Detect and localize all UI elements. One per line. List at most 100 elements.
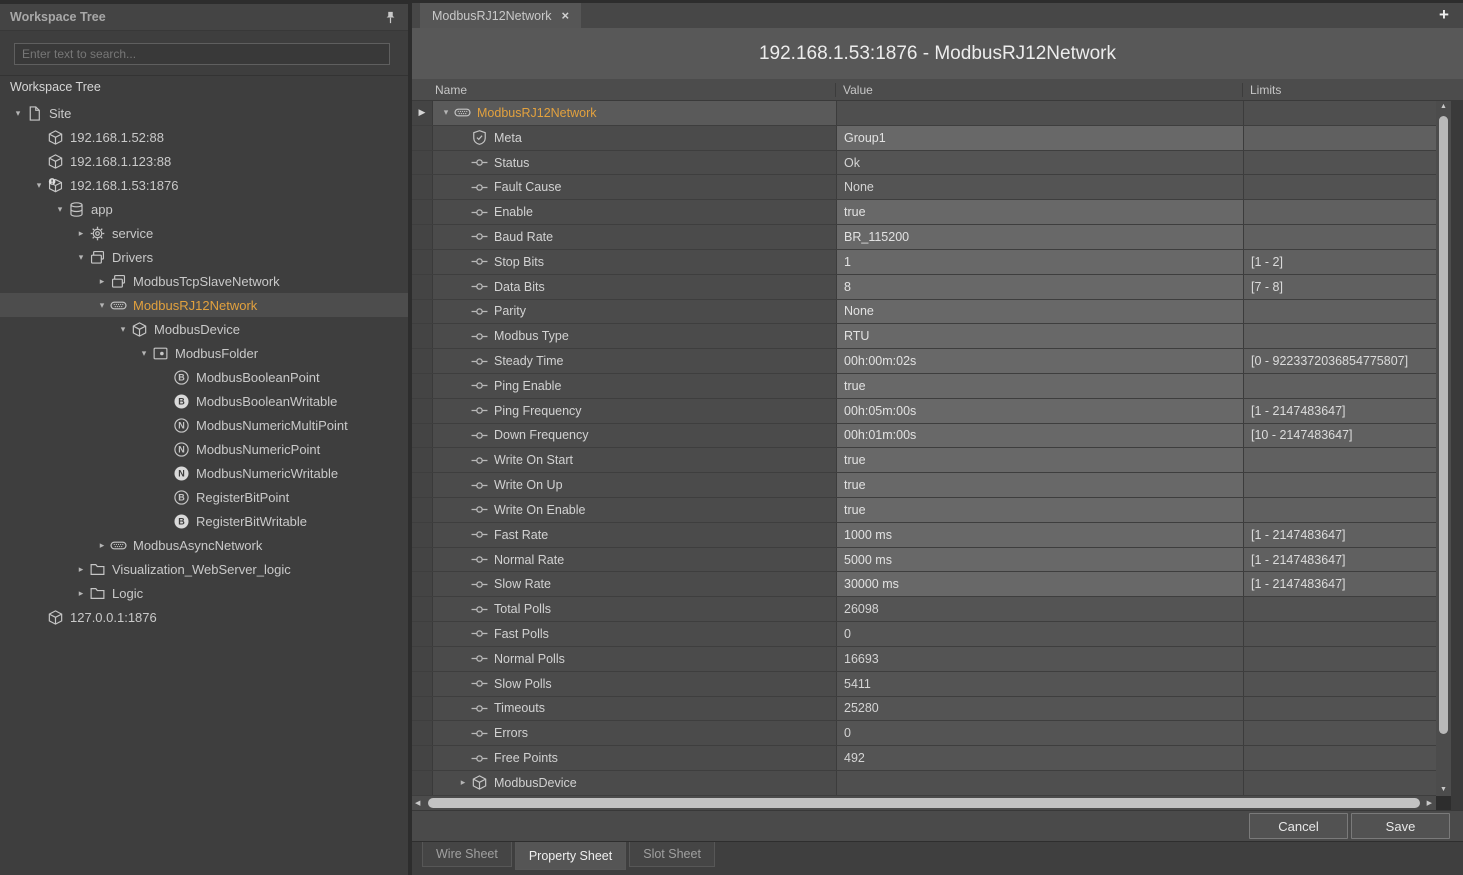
tree-item-modbusasyncnetwork[interactable]: ▸ModbusAsyncNetwork: [0, 533, 408, 557]
property-name-cell[interactable]: Slow Rate: [433, 572, 837, 596]
property-name-cell[interactable]: ▾ModbusRJ12Network: [433, 101, 837, 125]
property-value-cell[interactable]: 1000 ms: [837, 523, 1244, 547]
chevron-down-icon[interactable]: ▾: [438, 107, 454, 118]
tree-item-app[interactable]: ▾app: [0, 197, 408, 221]
property-name-cell[interactable]: Free Points: [433, 746, 837, 770]
property-name-cell[interactable]: Slow Polls: [433, 672, 837, 696]
chevron-down-icon[interactable]: ▾: [136, 348, 152, 359]
property-name-cell[interactable]: Modbus Type: [433, 324, 837, 348]
tree-item-drivers[interactable]: ▾Drivers: [0, 245, 408, 269]
property-name-cell[interactable]: Normal Polls: [433, 647, 837, 671]
tree-item-visualization-webserver-logic[interactable]: ▸Visualization_WebServer_logic: [0, 557, 408, 581]
property-value-cell[interactable]: 00h:00m:02s: [837, 349, 1244, 373]
search-input[interactable]: [14, 43, 390, 65]
chevron-right-icon[interactable]: ▸: [94, 540, 110, 551]
property-value-cell[interactable]: true: [837, 200, 1244, 224]
property-value-cell[interactable]: true: [837, 473, 1244, 497]
horizontal-scrollbar[interactable]: ◀ ▶: [412, 796, 1436, 810]
chevron-down-icon[interactable]: ▾: [31, 180, 47, 191]
property-value-cell[interactable]: None: [837, 300, 1244, 324]
tree-item-192-168-1-52-88[interactable]: 192.168.1.52:88: [0, 125, 408, 149]
property-name-cell[interactable]: ▸ModbusDevice: [433, 771, 837, 795]
chevron-down-icon[interactable]: ▾: [94, 300, 110, 311]
property-name-cell[interactable]: Write On Enable: [433, 498, 837, 522]
tree-item-modbusnumericmultipoint[interactable]: NModbusNumericMultiPoint: [0, 413, 408, 437]
property-name-cell[interactable]: Data Bits: [433, 275, 837, 299]
property-name-cell[interactable]: Fast Rate: [433, 523, 837, 547]
tab-modbusrj12network[interactable]: ModbusRJ12Network ×: [420, 3, 581, 28]
tree-item-192-168-1-123-88[interactable]: 192.168.1.123:88: [0, 149, 408, 173]
chevron-right-icon[interactable]: ▸: [455, 777, 471, 788]
tree-item-modbusdevice[interactable]: ▾ModbusDevice: [0, 317, 408, 341]
chevron-down-icon[interactable]: ▾: [52, 204, 68, 215]
chevron-down-icon[interactable]: ▾: [73, 252, 89, 263]
tree-item-modbusnumericwritable[interactable]: NModbusNumericWritable: [0, 461, 408, 485]
chevron-right-icon[interactable]: ▸: [73, 564, 89, 575]
tree-item-modbusrj12network[interactable]: ▾ModbusRJ12Network: [0, 293, 408, 317]
tree-item-registerbitwritable[interactable]: BRegisterBitWritable: [0, 509, 408, 533]
property-value-cell[interactable]: RTU: [837, 324, 1244, 348]
property-value-cell[interactable]: 5000 ms: [837, 548, 1244, 572]
property-value-cell[interactable]: 00h:05m:00s: [837, 399, 1244, 423]
chevron-right-icon[interactable]: ▸: [73, 588, 89, 599]
vertical-scrollbar-thumb[interactable]: [1439, 116, 1448, 734]
chevron-right-icon[interactable]: ▸: [73, 228, 89, 239]
scroll-down-icon[interactable]: ▼: [1436, 786, 1451, 793]
property-name-cell[interactable]: Enable: [433, 200, 837, 224]
close-icon[interactable]: ×: [562, 9, 570, 22]
property-name-cell[interactable]: Baud Rate: [433, 225, 837, 249]
property-value-cell[interactable]: true: [837, 448, 1244, 472]
scroll-up-icon[interactable]: ▲: [1436, 103, 1451, 110]
tree-item-modbusfolder[interactable]: ▾ModbusFolder: [0, 341, 408, 365]
tab-slot-sheet[interactable]: Slot Sheet: [629, 842, 715, 867]
tree-item-127-0-0-1-1876[interactable]: 127.0.0.1:1876: [0, 605, 408, 629]
property-value-cell[interactable]: BR_115200: [837, 225, 1244, 249]
table-header: Name Value Limits: [412, 79, 1463, 101]
save-button[interactable]: Save: [1351, 813, 1450, 839]
property-value-cell[interactable]: 1: [837, 250, 1244, 274]
property-value-cell[interactable]: 30000 ms: [837, 572, 1244, 596]
property-name-cell[interactable]: Down Frequency: [433, 424, 837, 448]
tab-wire-sheet[interactable]: Wire Sheet: [422, 842, 512, 867]
property-name-cell[interactable]: Ping Frequency: [433, 399, 837, 423]
property-name-cell[interactable]: Errors: [433, 721, 837, 745]
tree-item-site[interactable]: ▾Site: [0, 101, 408, 125]
tree-item-modbusbooleanwritable[interactable]: BModbusBooleanWritable: [0, 389, 408, 413]
chevron-down-icon[interactable]: ▾: [115, 324, 131, 335]
tree-item-192-168-1-53-1876[interactable]: ▾192.168.1.53:1876: [0, 173, 408, 197]
property-name-cell[interactable]: Parity: [433, 300, 837, 324]
property-name-cell[interactable]: Write On Start: [433, 448, 837, 472]
property-name-cell[interactable]: Write On Up: [433, 473, 837, 497]
property-name-cell[interactable]: Steady Time: [433, 349, 837, 373]
property-name-cell[interactable]: Timeouts: [433, 697, 837, 721]
property-name-cell[interactable]: Fault Cause: [433, 175, 837, 199]
property-name-cell[interactable]: Normal Rate: [433, 548, 837, 572]
property-value-cell[interactable]: 00h:01m:00s: [837, 424, 1244, 448]
add-tab-button[interactable]: +: [1434, 5, 1454, 25]
tree-item-logic[interactable]: ▸Logic: [0, 581, 408, 605]
property-value-cell[interactable]: true: [837, 374, 1244, 398]
tree-item-modbusnumericpoint[interactable]: NModbusNumericPoint: [0, 437, 408, 461]
property-name-cell[interactable]: Stop Bits: [433, 250, 837, 274]
property-name-cell[interactable]: Status: [433, 151, 837, 175]
tree-item-service[interactable]: ▸service: [0, 221, 408, 245]
tree-item-modbustcpslavenetwork[interactable]: ▸ModbusTcpSlaveNetwork: [0, 269, 408, 293]
tab-property-sheet[interactable]: Property Sheet: [515, 842, 626, 870]
chevron-right-icon[interactable]: ▸: [94, 276, 110, 287]
property-name-cell[interactable]: Meta: [433, 126, 837, 150]
chevron-down-icon[interactable]: ▾: [10, 108, 26, 119]
property-value-cell[interactable]: 8: [837, 275, 1244, 299]
horizontal-scrollbar-thumb[interactable]: [428, 798, 1420, 808]
property-value-cell[interactable]: true: [837, 498, 1244, 522]
tree-item-modbusbooleanpoint[interactable]: BModbusBooleanPoint: [0, 365, 408, 389]
property-name-cell[interactable]: Total Polls: [433, 597, 837, 621]
scroll-right-icon[interactable]: ▶: [1427, 799, 1432, 807]
vertical-scrollbar[interactable]: ▲ ▼: [1436, 101, 1451, 796]
pin-icon[interactable]: [383, 10, 398, 25]
property-name-cell[interactable]: Fast Polls: [433, 622, 837, 646]
scroll-left-icon[interactable]: ◀: [415, 799, 420, 807]
tree-item-registerbitpoint[interactable]: BRegisterBitPoint: [0, 485, 408, 509]
property-name-cell[interactable]: Ping Enable: [433, 374, 837, 398]
cancel-button[interactable]: Cancel: [1249, 813, 1348, 839]
property-value-cell[interactable]: Group1: [837, 126, 1244, 150]
